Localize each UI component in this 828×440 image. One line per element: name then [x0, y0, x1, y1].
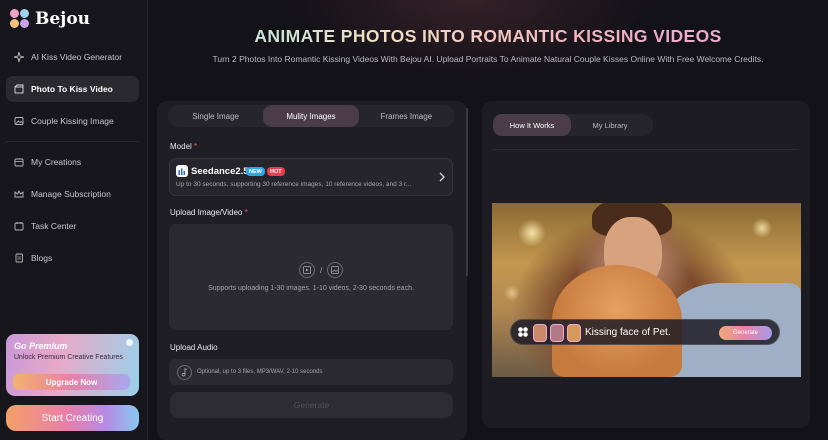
sidebar-divider — [6, 141, 139, 142]
preview-panel: How It Works My Library Kissing face of … — [482, 101, 810, 428]
sidebar-item-task-center[interactable]: Task Center — [6, 213, 139, 239]
sidebar-item-label: Photo To Kiss Video — [31, 84, 113, 94]
page-subtitle: Turn 2 Photos Into Romantic Kissing Vide… — [212, 54, 764, 64]
model-description: Up to 30 seconds, supporting 30 referenc… — [176, 181, 412, 188]
thumbnail-image-icon — [550, 324, 564, 342]
nav-account: My Creations Manage Subscription Task Ce… — [6, 149, 139, 277]
premium-badge-icon — [126, 339, 133, 346]
tab-how-it-works[interactable]: How It Works — [493, 114, 571, 136]
app-root: Bejou AI Kiss Video Generator Photo To K… — [0, 0, 828, 440]
preview-tabs: How It Works My Library — [493, 114, 653, 136]
model-name: Seedance2.5 — [191, 166, 249, 177]
upload-hint: Supports uploading 1-30 images. 1-10 vid… — [208, 285, 414, 292]
clapperboard-icon — [14, 84, 24, 94]
model-label-text: Model — [170, 142, 192, 151]
preview-caption-bar: Kissing face of Pet. Generate — [510, 319, 780, 345]
form-scrollbar[interactable] — [466, 108, 468, 276]
sidebar-item-label: Task Center — [31, 221, 77, 231]
audio-label: Upload Audio — [170, 343, 218, 352]
tab-single-image[interactable]: Single Image — [168, 105, 263, 127]
audio-upload[interactable]: Optional, up to 3 files, MP3/WAV, 2-10 s… — [169, 359, 453, 385]
example-preview-image: Kissing face of Pet. Generate — [492, 203, 801, 377]
bejou-logo-icon — [518, 327, 528, 337]
new-badge: NEW — [246, 167, 265, 176]
thumbnail-image-icon — [533, 324, 547, 342]
start-creating-button[interactable]: Start Creating — [6, 405, 139, 431]
generate-button[interactable]: Generate — [170, 392, 453, 418]
model-logo-icon — [176, 165, 188, 177]
audio-hint: Optional, up to 3 files, MP3/WAV, 2-10 s… — [197, 369, 323, 375]
upload-icons: / — [299, 262, 344, 278]
video-upload-icon — [299, 262, 315, 278]
sidebar-item-label: Blogs — [31, 253, 53, 263]
sidebar: Bejou AI Kiss Video Generator Photo To K… — [0, 0, 148, 440]
preview-generate-button[interactable]: Generate — [719, 326, 772, 340]
image-icon — [14, 117, 24, 125]
brand-name: Bejou — [35, 9, 91, 29]
tab-my-library[interactable]: My Library — [571, 114, 649, 136]
music-note-icon — [177, 365, 192, 380]
chevron-right-icon — [439, 172, 445, 182]
document-icon — [15, 253, 23, 263]
model-selector[interactable]: Seedance2.5 NEW HOT Up to 30 seconds, su… — [169, 158, 453, 196]
sidebar-item-ai-kiss-video-generator[interactable]: AI Kiss Video Generator — [6, 44, 139, 70]
hot-badge: HOT — [267, 167, 285, 176]
mode-tabs: Single Image Mulity Images Frames Image — [168, 105, 454, 127]
premium-subtitle: Unlock Premium Creative Features — [14, 354, 123, 361]
folder-icon — [14, 158, 24, 167]
sidebar-item-photo-to-kiss-video[interactable]: Photo To Kiss Video — [6, 76, 139, 102]
model-label: Model * — [170, 142, 197, 151]
upgrade-now-button[interactable]: Upgrade Now — [13, 374, 130, 390]
image-upload-icon — [327, 262, 344, 278]
sidebar-item-label: My Creations — [31, 157, 82, 167]
sidebar-item-my-creations[interactable]: My Creations — [6, 149, 139, 175]
premium-title: Go Premium — [14, 341, 68, 351]
thumbnail-image-icon — [567, 324, 581, 342]
required-mark: * — [244, 208, 248, 217]
calendar-icon — [14, 222, 24, 231]
premium-card: Go Premium Unlock Premium Creative Featu… — [6, 334, 139, 396]
upload-separator: / — [320, 265, 323, 275]
sparkle-icon — [14, 52, 24, 62]
sidebar-item-label: AI Kiss Video Generator — [31, 52, 123, 62]
bejou-logo-icon — [10, 9, 30, 29]
preview-caption: Kissing face of Pet. — [585, 327, 671, 338]
required-mark: * — [194, 142, 198, 151]
sidebar-item-label: Couple Kissing Image — [31, 116, 114, 126]
nav-create: AI Kiss Video Generator Photo To Kiss Vi… — [6, 44, 139, 140]
sidebar-item-blogs[interactable]: Blogs — [6, 245, 139, 271]
sidebar-item-couple-kissing-image[interactable]: Couple Kissing Image — [6, 108, 139, 134]
preview-divider — [493, 149, 799, 150]
upload-label: Upload Image/Video * — [170, 208, 248, 217]
upload-label-text: Upload Image/Video — [170, 208, 243, 217]
tab-frames-image[interactable]: Frames Image — [359, 105, 454, 127]
page-title: ANIMATE PHOTOS INTO ROMANTIC KISSING VID… — [148, 26, 828, 47]
sidebar-item-label: Manage Subscription — [31, 189, 111, 199]
upload-dropzone[interactable]: / Supports uploading 1-30 images. 1-10 v… — [169, 224, 453, 330]
tab-multi-images[interactable]: Mulity Images — [263, 105, 359, 127]
generator-form-panel: Single Image Mulity Images Frames Image … — [157, 101, 467, 440]
sidebar-item-manage-subscription[interactable]: Manage Subscription — [6, 181, 139, 207]
brand-logo[interactable]: Bejou — [10, 9, 90, 29]
crown-icon — [14, 189, 24, 198]
